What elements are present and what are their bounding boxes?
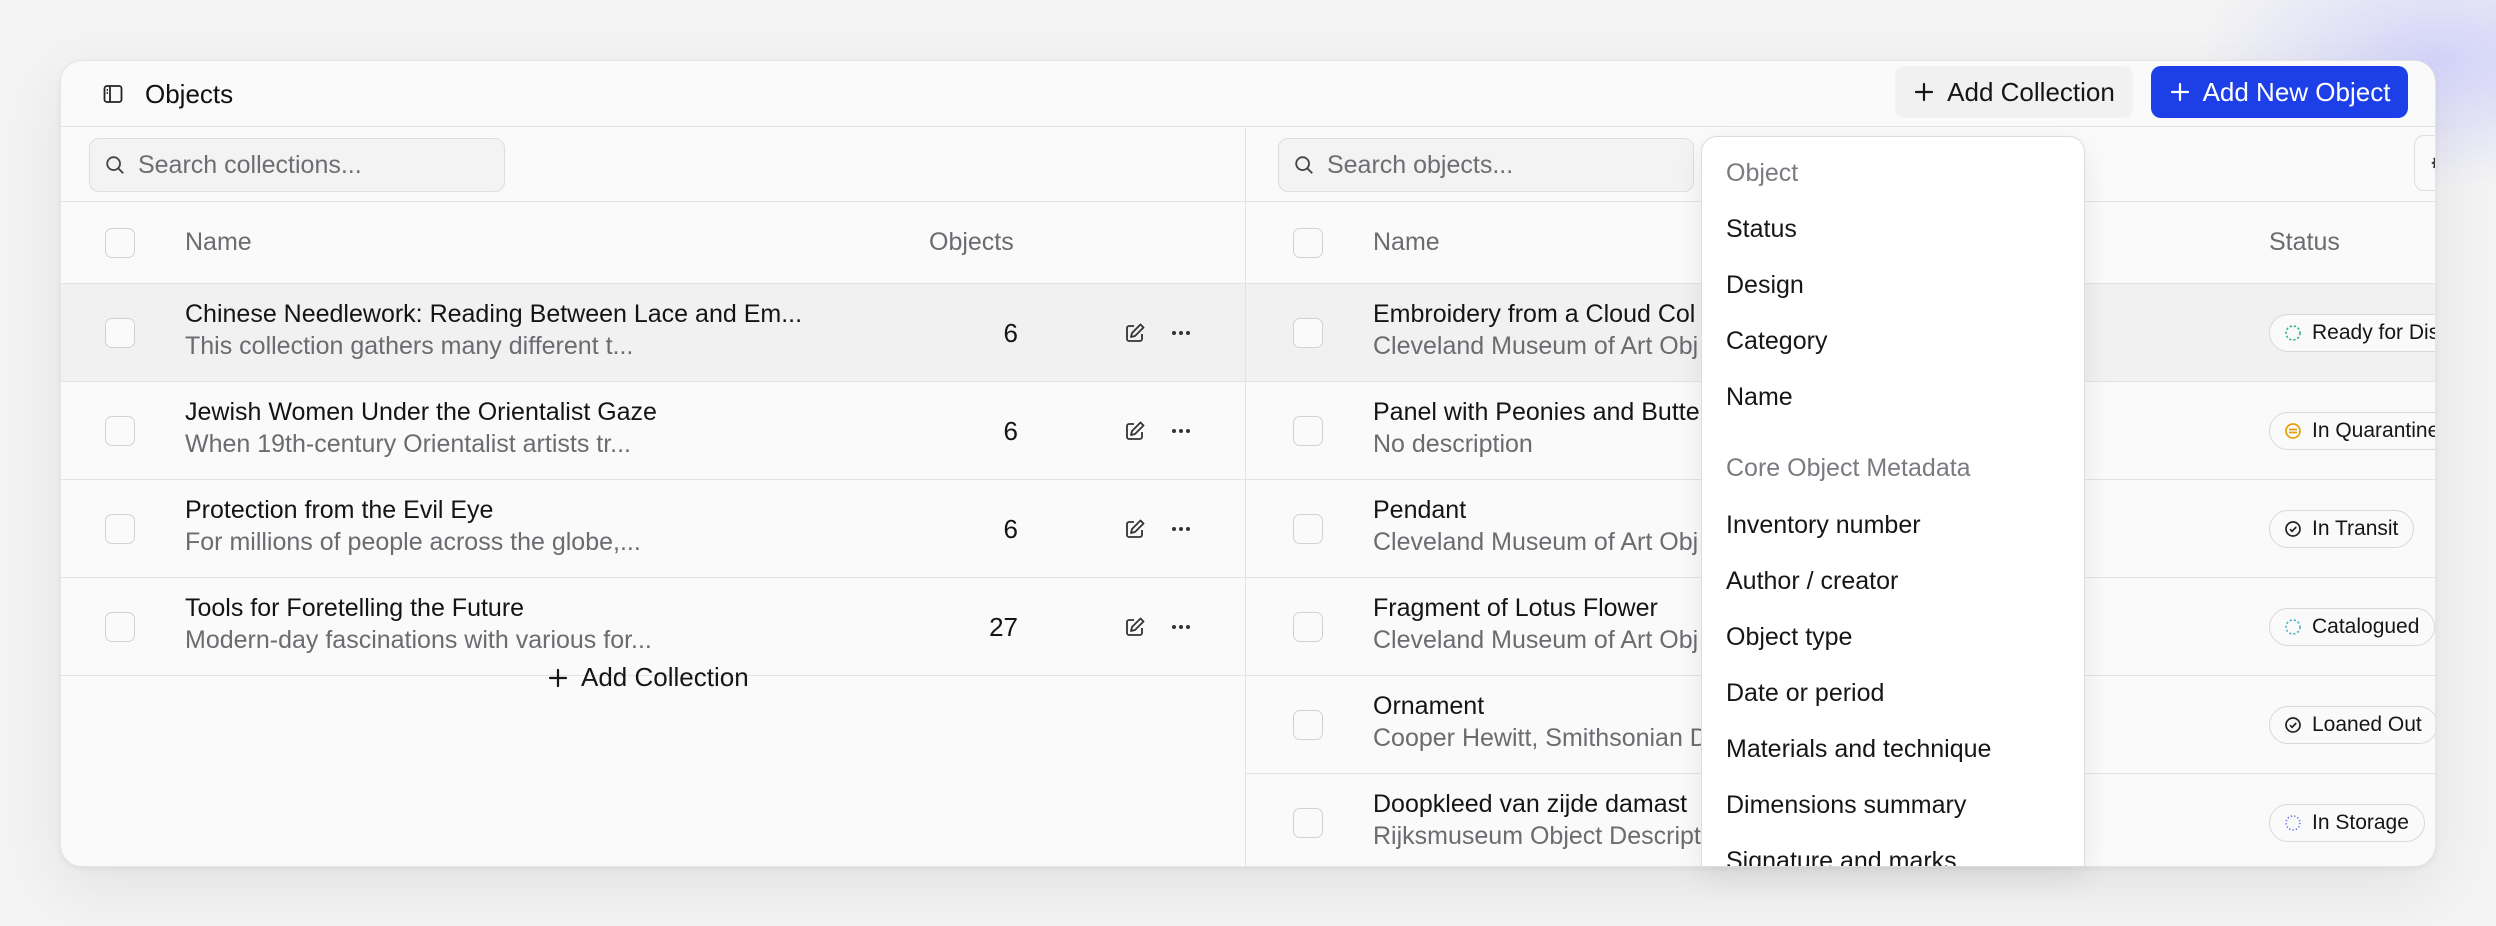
collections-search-box[interactable]	[89, 138, 505, 192]
quarantine-circle-icon	[2285, 423, 2301, 439]
menu-item-inventory-number[interactable]: Inventory number	[1726, 509, 1921, 541]
row-checkbox[interactable]	[1293, 318, 1323, 348]
object-description: Cleveland Museum of Art Obj	[1373, 332, 1699, 360]
column-header-name[interactable]: Name	[185, 228, 252, 257]
menu-item-author-creator[interactable]: Author / creator	[1726, 565, 1898, 597]
menu-item-signature-marks[interactable]: Signature and marks	[1726, 845, 1957, 866]
object-title: Ornament	[1373, 692, 1485, 720]
sidebar-toggle-icon[interactable]	[101, 82, 125, 106]
add-new-object-button[interactable]: Add New Object	[2151, 66, 2408, 118]
status-label: Catalogued	[2312, 615, 2420, 638]
row-checkbox[interactable]	[1293, 514, 1323, 544]
search-icon	[1295, 156, 1313, 174]
status-label: In Storage	[2312, 811, 2409, 834]
edit-icon[interactable]	[1121, 417, 1149, 445]
add-new-object-label: Add New Object	[2202, 76, 2391, 107]
menu-item-name[interactable]: Name	[1726, 381, 1793, 413]
object-description: Cooper Hewitt, Smithsonian D	[1373, 724, 1708, 752]
menu-section-header: Core Object Metadata	[1726, 454, 1971, 482]
object-title: Panel with Peonies and Butte	[1373, 398, 1700, 426]
menu-item-status[interactable]: Status	[1726, 213, 1797, 245]
status-label: Loaned Out	[2312, 713, 2422, 736]
collection-row[interactable]: Protection from the Evil Eye For million…	[61, 480, 1245, 578]
status-badge[interactable]: In Storage	[2269, 804, 2425, 842]
collections-table-header: Name Objects	[61, 202, 1245, 284]
collections-panel: Name Objects Chinese Needlework: Reading…	[61, 128, 1245, 866]
menu-item-category[interactable]: Category	[1726, 325, 1827, 357]
plus-icon	[1915, 82, 1934, 102]
more-options-icon[interactable]	[1167, 613, 1195, 641]
collection-row[interactable]: Chinese Needlework: Reading Between Lace…	[61, 284, 1245, 382]
status-label: In Quarantine	[2312, 419, 2436, 442]
more-options-icon[interactable]	[1167, 319, 1195, 347]
row-checkbox[interactable]	[1293, 612, 1323, 642]
menu-item-date-or-period[interactable]: Date or period	[1726, 677, 1884, 709]
status-badge[interactable]: In Quarantine	[2269, 412, 2436, 450]
status-label: In Transit	[2312, 517, 2399, 540]
page-title: Objects	[145, 79, 234, 109]
select-all-checkbox[interactable]	[1293, 228, 1323, 258]
object-title: Doopkleed van zijde damast	[1373, 790, 1688, 818]
row-checkbox[interactable]	[1293, 416, 1323, 446]
column-settings-button[interactable]	[2414, 135, 2435, 191]
object-description: Cleveland Museum of Art Obj	[1373, 626, 1699, 654]
column-header-objects[interactable]: Objects	[929, 228, 1014, 257]
menu-item-materials-technique[interactable]: Materials and technique	[1726, 733, 1991, 765]
plus-icon	[2170, 82, 2189, 102]
collection-object-count: 6	[1003, 318, 1018, 348]
row-checkbox[interactable]	[1293, 710, 1323, 740]
more-options-icon[interactable]	[1167, 515, 1195, 543]
object-title: Embroidery from a Cloud Col	[1373, 300, 1696, 328]
collections-search-bar	[61, 128, 1245, 202]
menu-item-object-type[interactable]: Object type	[1726, 621, 1852, 653]
gear-icon	[2431, 157, 2435, 169]
menu-item-design[interactable]: Design	[1726, 269, 1804, 301]
add-collection-label: Add Collection	[1947, 76, 2115, 107]
edit-icon[interactable]	[1121, 515, 1149, 543]
status-label: Ready for Display	[2312, 321, 2435, 344]
object-description: Cleveland Museum of Art Obj	[1373, 528, 1699, 556]
objects-search-box[interactable]	[1278, 138, 1694, 192]
edit-icon[interactable]	[1121, 613, 1149, 641]
search-icon	[106, 156, 124, 174]
objects-search-input[interactable]	[1326, 150, 1693, 180]
menu-item-dimensions-summary[interactable]: Dimensions summary	[1726, 789, 1966, 821]
collections-search-input[interactable]	[137, 150, 504, 180]
check-circle-icon	[2285, 521, 2301, 537]
object-description: No description	[1373, 430, 1533, 458]
edit-icon[interactable]	[1121, 319, 1149, 347]
status-badge[interactable]: Ready for Display	[2269, 314, 2435, 352]
collection-row[interactable]: Jewish Women Under the Orientalist Gaze …	[61, 382, 1245, 480]
collection-object-count: 6	[1003, 416, 1018, 446]
status-badge[interactable]: In Transit	[2269, 510, 2415, 548]
add-collection-inline-button[interactable]: Add Collection	[547, 662, 749, 693]
column-header-name[interactable]: Name	[1373, 228, 1440, 257]
dashed-circle-green-icon	[2285, 325, 2301, 341]
column-header-status[interactable]: Status	[2269, 228, 2340, 257]
collection-object-count: 6	[1003, 514, 1018, 544]
status-badge[interactable]: Catalogued	[2269, 608, 2435, 646]
dashed-circle-teal-icon	[2285, 619, 2301, 635]
dotted-circle-indigo-icon	[2285, 815, 2301, 831]
add-collection-button[interactable]: Add Collection	[1895, 66, 2133, 118]
menu-section-header: Object	[1726, 159, 1799, 187]
top-bar: Objects Add Collection Add New Object	[61, 61, 2435, 127]
row-checkbox[interactable]	[1293, 808, 1323, 838]
check-circle-icon	[2285, 717, 2301, 733]
add-collection-inline-label: Add Collection	[581, 662, 749, 692]
more-options-icon[interactable]	[1167, 417, 1195, 445]
object-title: Fragment of Lotus Flower	[1373, 594, 1658, 622]
select-all-checkbox[interactable]	[105, 228, 135, 258]
object-description: Rijksmuseum Object Descript	[1373, 822, 1701, 850]
column-menu: Object Status Design Category Name Core …	[1701, 136, 2085, 867]
status-badge[interactable]: Loaned Out	[2269, 706, 2435, 744]
object-title: Pendant	[1373, 496, 1467, 524]
collection-object-count: 27	[989, 612, 1018, 642]
plus-icon	[548, 668, 568, 687]
